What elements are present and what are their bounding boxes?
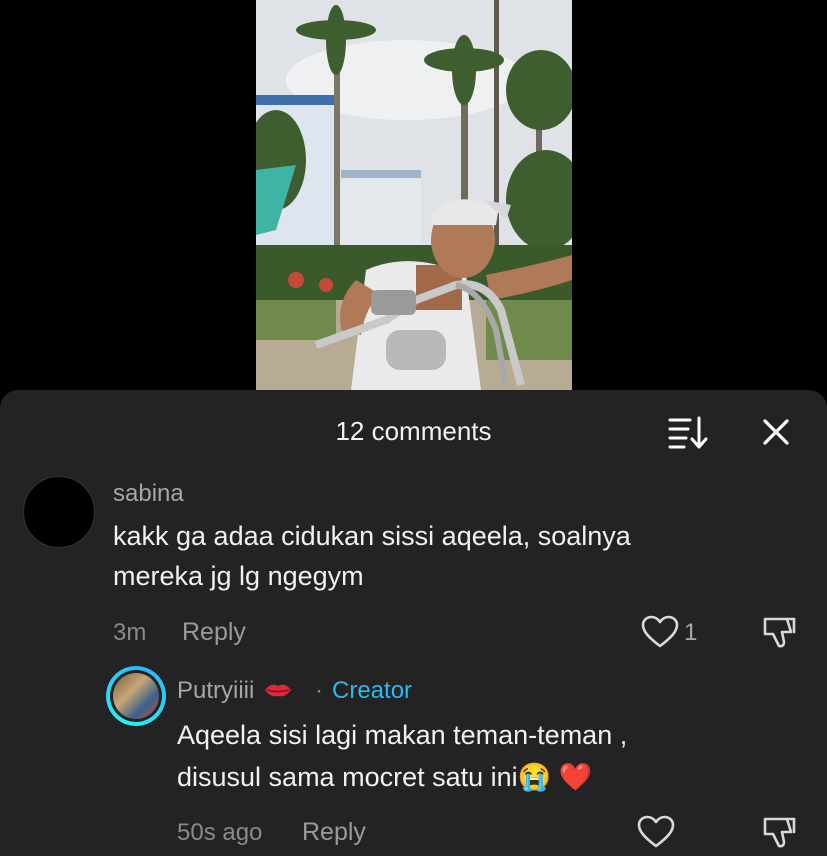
heart-icon [641, 615, 679, 648]
comment-text-line-2: disusul sama mocret satu ini😭 ❤️ [177, 757, 592, 797]
thumbs-down-icon [763, 817, 796, 848]
sort-button[interactable] [666, 414, 708, 450]
close-button[interactable] [756, 412, 796, 452]
kiss-lips-icon [265, 684, 292, 697]
comment-text: disusul sama mocret satu ini [177, 762, 518, 792]
comment-text-line-1: Aqeela sisi lagi makan teman-teman , [177, 720, 628, 750]
username-text: Putryiiii [177, 677, 255, 704]
video-still-image [256, 0, 572, 390]
badge-separator: · [315, 677, 323, 704]
avatar-image [113, 673, 159, 719]
comment-text-line-1: kakk ga adaa cidukan sissi aqeela, soaln… [113, 521, 631, 551]
close-icon [763, 419, 789, 445]
dislike-button[interactable] [760, 614, 800, 650]
thumbs-down-icon [763, 617, 796, 648]
avatar-ring [110, 670, 162, 722]
like-button[interactable] [640, 614, 680, 650]
like-button[interactable] [636, 814, 676, 850]
comment-username[interactable]: Putryiiii [177, 677, 293, 705]
emoji-text: 😭 ❤️ [517, 762, 593, 792]
reply-button[interactable]: Reply [182, 618, 246, 647]
comment-timestamp: 50s ago [177, 819, 263, 846]
avatar[interactable] [106, 666, 166, 726]
reply-button[interactable]: Reply [302, 818, 366, 847]
sort-icon [668, 416, 708, 449]
comment-timestamp: 3m [113, 619, 147, 646]
avatar[interactable] [23, 476, 95, 548]
video-player[interactable] [0, 0, 827, 400]
comments-header: 12 comments [0, 390, 827, 472]
creator-badge: Creator [332, 677, 413, 704]
video-frame[interactable] [256, 0, 572, 390]
comment-username[interactable]: sabina [113, 480, 184, 508]
comment-text-line-2: mereka jg lg ngegym [113, 561, 364, 591]
like-count: 1 [684, 619, 698, 646]
comments-sheet: 12 comments sabina kakk ga adaa cidukan … [0, 390, 827, 856]
heart-icon [637, 815, 675, 848]
dislike-button[interactable] [760, 814, 800, 850]
